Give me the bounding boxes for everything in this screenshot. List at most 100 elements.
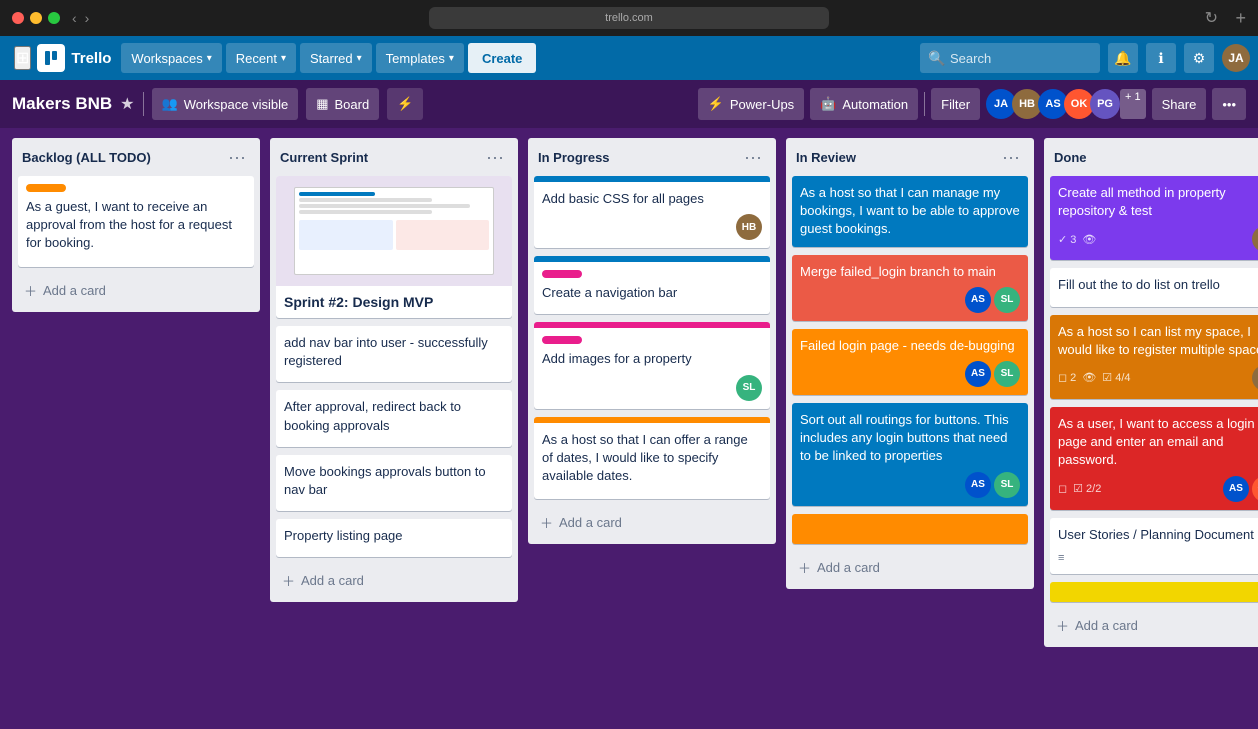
trello-wordmark: Trello (71, 50, 111, 67)
card-done-4-avatars: AS OK (1223, 476, 1258, 502)
card-done-3[interactable]: As a host so I can list my space, I woul… (1050, 315, 1258, 399)
badge-eye-3: 👁 (1082, 371, 1096, 384)
customize-button[interactable]: ⚡ (387, 88, 423, 120)
refresh-button[interactable]: ↻ (1205, 8, 1218, 28)
minimize-dot[interactable] (30, 12, 42, 24)
avatar-hb-done-1: HB (1252, 226, 1258, 252)
workspace-icon: 👥 (162, 96, 178, 112)
card-ip-3-footer: SL (542, 375, 762, 401)
card-ip-1-footer: HB (542, 214, 762, 240)
list-backlog-menu[interactable]: ··· (224, 146, 250, 168)
board-header: Makers BNB ★ 👥 Workspace visible ▦ Board… (0, 80, 1258, 128)
avatar-as-2: AS (965, 361, 991, 387)
card-ir-4[interactable]: Sort out all routings for buttons. This … (792, 403, 1028, 506)
info-button[interactable]: ℹ (1146, 43, 1176, 73)
sprint-card-body: Sprint #2: Design MVP (276, 286, 512, 318)
board-view-button[interactable]: ▦ Board (306, 88, 379, 120)
card-ip-1[interactable]: Add basic CSS for all pages HB (534, 176, 770, 248)
badge-num-3: ◻ 2 (1058, 371, 1076, 384)
trello-bar-right (52, 51, 57, 60)
search-box[interactable]: Search (920, 43, 1100, 73)
card-ip-3[interactable]: Add images for a property SL (534, 322, 770, 408)
share-button[interactable]: Share (1152, 88, 1207, 120)
workspaces-button[interactable]: Workspaces ▾ (121, 43, 221, 73)
browser-nav: ‹ › (72, 10, 89, 26)
card-ir-5[interactable] (792, 514, 1028, 544)
board-title[interactable]: Makers BNB (12, 94, 112, 114)
recent-chevron: ▾ (281, 53, 286, 64)
back-button[interactable]: ‹ (72, 10, 77, 26)
add-icon: ＋ (24, 281, 37, 300)
add-card-label-3: Add a card (559, 515, 622, 530)
trello-bar-left (45, 51, 50, 65)
board-icon: ▦ (316, 96, 328, 112)
badge-checklist-4: ☑ 2/2 (1073, 482, 1101, 495)
trello-navbar: ⊞ Trello Workspaces ▾ Recent ▾ Starred ▾… (0, 36, 1258, 80)
card-ir-3[interactable]: Failed login page - needs de-bugging AS … (792, 329, 1028, 395)
sprint-add-card-button[interactable]: ＋ Add a card (274, 565, 514, 596)
forward-button[interactable]: › (85, 10, 90, 26)
maximize-dot[interactable] (48, 12, 60, 24)
card-cs-2-text: After approval, redirect back to booking… (284, 398, 504, 434)
card-ip-3-color-bar (534, 322, 770, 328)
card-ip-4[interactable]: As a host so that I can offer a range of… (534, 417, 770, 500)
user-avatar[interactable]: JA (1222, 44, 1250, 72)
card-done-1[interactable]: Create all method in property repository… (1050, 176, 1258, 260)
list-current-sprint-menu[interactable]: ··· (482, 146, 508, 168)
card-done-4[interactable]: As a user, I want to access a login page… (1050, 407, 1258, 510)
done-add-card-button[interactable]: ＋ Add a card (1048, 610, 1258, 641)
new-tab-button[interactable]: + (1235, 8, 1246, 29)
card-done-4-badges: ◻ ☑ 2/2 (1058, 482, 1101, 495)
list-in-review-menu[interactable]: ··· (998, 146, 1024, 168)
close-dot[interactable] (12, 12, 24, 24)
sprint-card[interactable]: Sprint #2: Design MVP (276, 176, 512, 318)
list-in-progress-menu[interactable]: ··· (740, 146, 766, 168)
card-cs-1[interactable]: add nav bar into user - successfully reg… (276, 326, 512, 382)
card-done-6[interactable] (1050, 582, 1258, 602)
card-ip-2[interactable]: Create a navigation bar (534, 256, 770, 314)
starred-button[interactable]: Starred ▾ (300, 43, 372, 73)
star-button[interactable]: ★ (120, 94, 134, 114)
titlebar: ‹ › trello.com ↻ + (0, 0, 1258, 36)
list-in-progress-title: In Progress (538, 150, 610, 165)
create-button[interactable]: Create (468, 43, 536, 73)
card-backlog-1[interactable]: As a guest, I want to receive an approva… (18, 176, 254, 267)
card-done-2[interactable]: Fill out the to do list on trello (1050, 268, 1258, 306)
card-cs-3[interactable]: Move bookings approvals button to nav ba… (276, 455, 512, 511)
backlog-add-card-button[interactable]: ＋ Add a card (16, 275, 256, 306)
card-done-5[interactable]: User Stories / Planning Document ≡ (1050, 518, 1258, 574)
sketch-line-1 (299, 192, 375, 196)
automation-button[interactable]: 🤖 Automation (810, 88, 918, 120)
in-review-add-card-button[interactable]: ＋ Add a card (790, 552, 1030, 583)
url-text: trello.com (605, 12, 653, 24)
url-bar[interactable]: trello.com (429, 7, 829, 29)
power-ups-button[interactable]: ⚡ Power-Ups (698, 88, 804, 120)
badge-check-4: ◻ (1058, 482, 1067, 495)
filter-button[interactable]: Filter (931, 88, 980, 120)
notifications-button[interactable]: 🔔 (1108, 43, 1138, 73)
templates-label: Templates (386, 51, 445, 66)
starred-label: Starred (310, 51, 353, 66)
templates-button[interactable]: Templates ▾ (376, 43, 464, 73)
window-controls (12, 12, 60, 24)
sketch-line-2 (299, 198, 432, 202)
card-ir-1[interactable]: As a host so that I can manage my bookin… (792, 176, 1028, 247)
member-avatar-5[interactable]: PG (1090, 89, 1120, 119)
list-done-cards: Create all method in property repository… (1044, 176, 1258, 610)
card-ir-2[interactable]: Merge failed_login branch to main AS SL (792, 255, 1028, 321)
list-done-header: Done ··· (1044, 138, 1258, 176)
more-options-button[interactable]: ••• (1212, 88, 1246, 120)
card-cs-4[interactable]: Property listing page (276, 519, 512, 557)
settings-button[interactable]: ⚙ (1184, 43, 1214, 73)
create-label: Create (482, 51, 522, 66)
recent-button[interactable]: Recent ▾ (226, 43, 296, 73)
add-card-label: Add a card (43, 283, 106, 298)
card-cs-2[interactable]: After approval, redirect back to booking… (276, 390, 512, 446)
workspace-visible-label: Workspace visible (184, 97, 289, 112)
in-progress-add-card-button[interactable]: ＋ Add a card (532, 507, 772, 538)
card-ip-1-color-bar (534, 176, 770, 182)
workspace-visible-button[interactable]: 👥 Workspace visible (152, 88, 299, 120)
avatar-hb-1: HB (736, 214, 762, 240)
add-card-label-5: Add a card (1075, 618, 1138, 633)
apps-icon[interactable]: ⊞ (14, 46, 31, 70)
